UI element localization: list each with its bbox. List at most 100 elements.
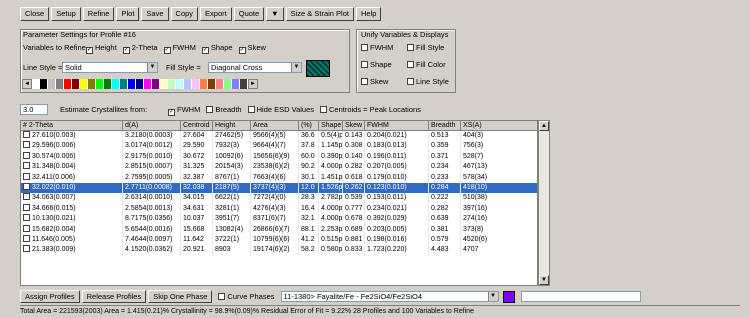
palette-color-10[interactable] xyxy=(112,79,120,89)
table-row[interactable]: 15.682(0.004) 5.6544(0.0016) 15.668 13082(4… xyxy=(21,224,537,235)
checkbox[interactable]: ✓ xyxy=(122,47,130,54)
checkbox[interactable] xyxy=(361,44,368,51)
phase-color-swatch[interactable] xyxy=(502,290,515,303)
row-checkbox[interactable] xyxy=(23,234,30,242)
toolbar-button-2[interactable]: Refine xyxy=(82,7,115,21)
column-header[interactable]: # 2-Theta xyxy=(21,121,123,130)
checkbox[interactable]: ✓ xyxy=(168,109,175,116)
column-header[interactable]: Shape xyxy=(319,121,343,130)
display-option[interactable]: Shape xyxy=(361,60,407,77)
table-row[interactable]: 11.646(0.005) 7.4644(0.0097) 11.642 3722(1)… xyxy=(21,234,537,246)
vary-option-1[interactable]: ✓ 2-Theta xyxy=(122,43,158,54)
phase-select[interactable]: 11-1380> Fayalite/Fe - Fe2SiO4/Fe2SiO4 ▼ xyxy=(280,291,499,302)
row-checkbox[interactable] xyxy=(23,203,30,211)
column-header[interactable]: Area xyxy=(251,121,299,130)
checkbox[interactable] xyxy=(361,78,368,85)
palette-color-12[interactable] xyxy=(128,79,136,89)
display-option[interactable]: Fill Color xyxy=(407,60,453,77)
table-row[interactable]: 21.383(0.009) 4.1520(0.0362) 20.921 8903 191… xyxy=(21,245,537,256)
palette-color-7[interactable] xyxy=(88,79,96,89)
column-header[interactable]: (%) xyxy=(299,121,319,130)
palette-right-arrow[interactable]: ► xyxy=(248,79,258,89)
palette-color-18[interactable] xyxy=(176,79,184,89)
toolbar-button-6[interactable]: Export xyxy=(200,7,232,21)
row-checkbox[interactable] xyxy=(23,214,30,222)
palette-color-11[interactable] xyxy=(120,79,128,89)
display-option[interactable]: Fill Style xyxy=(407,43,453,60)
fill-style-select[interactable]: Diagonal Cross ▼ xyxy=(208,62,302,73)
palette-color-13[interactable] xyxy=(136,79,144,89)
column-header[interactable]: Breadth xyxy=(429,121,461,130)
toolbar-button-9[interactable]: Size & Strain Plot xyxy=(285,7,354,21)
vary-option-0[interactable]: ✓ Height xyxy=(86,43,117,54)
filter-option-2[interactable]: Hide ESD Values xyxy=(247,105,314,116)
bottom-button-1[interactable]: Release Profiles xyxy=(81,290,147,303)
checkbox[interactable] xyxy=(206,106,214,113)
checkbox[interactable] xyxy=(407,44,414,51)
vary-option-3[interactable]: ✓ Shape xyxy=(201,43,233,54)
curve-phases-option[interactable]: Curve Phases xyxy=(218,292,275,301)
palette-color-24[interactable] xyxy=(224,79,232,89)
palette-color-5[interactable] xyxy=(72,79,80,89)
row-checkbox[interactable] xyxy=(23,224,30,232)
filter-option-3[interactable]: Centroids = Peak Locations xyxy=(320,105,421,116)
table-row[interactable]: 30.574(0.006) 2.9175(0.0010) 30.672 10092(6… xyxy=(21,151,537,163)
checkbox[interactable]: ✓ xyxy=(238,47,246,54)
bottom-button-0[interactable]: Assign Profiles xyxy=(20,290,80,303)
toolbar-button-7[interactable]: Quote xyxy=(233,7,265,21)
toolbar-button-8[interactable]: ▼ xyxy=(266,7,284,21)
scroll-down-icon[interactable]: ▼ xyxy=(539,275,549,285)
row-checkbox[interactable] xyxy=(23,193,30,201)
palette-color-6[interactable] xyxy=(80,79,88,89)
toolbar-button-1[interactable]: Setup xyxy=(51,7,81,21)
row-checkbox[interactable] xyxy=(23,172,30,180)
palette-color-25[interactable] xyxy=(232,79,240,89)
checkbox[interactable] xyxy=(361,61,368,68)
palette-color-8[interactable] xyxy=(96,79,104,89)
toolbar-button-4[interactable]: Save xyxy=(141,7,169,21)
filter-option-1[interactable]: Breadth xyxy=(206,105,242,116)
filter-option-0[interactable]: ✓ FWHM xyxy=(168,105,200,116)
table-row[interactable]: 32.411(0.006) 2.7595(0.0005) 32.387 8767(1)… xyxy=(21,172,537,183)
column-header[interactable]: FWHM xyxy=(365,121,429,130)
palette-color-3[interactable] xyxy=(56,79,64,89)
palette-color-23[interactable] xyxy=(216,79,224,89)
row-checkbox[interactable] xyxy=(23,245,30,253)
column-header[interactable]: XS(A) xyxy=(461,121,491,130)
palette-color-1[interactable] xyxy=(40,79,48,89)
toolbar-button-5[interactable]: Copy xyxy=(170,7,199,21)
checkbox[interactable] xyxy=(247,106,255,113)
palette-color-22[interactable] xyxy=(208,79,216,89)
display-option[interactable]: FWHM xyxy=(361,43,407,60)
column-header[interactable]: Centroid xyxy=(181,121,213,130)
table-row[interactable]: 32.022(0.010) 2.7711(0.0008) 32.038 2187(5)… xyxy=(21,182,537,194)
line-style-select[interactable]: Solid ▼ xyxy=(62,62,158,73)
palette-color-26[interactable] xyxy=(240,79,248,89)
palette-color-21[interactable] xyxy=(200,79,208,89)
column-header[interactable]: Height xyxy=(213,121,251,130)
palette-color-19[interactable] xyxy=(184,79,192,89)
palette-left-arrow[interactable]: ◄ xyxy=(22,79,32,89)
column-header[interactable]: Skew xyxy=(343,121,365,130)
palette-color-15[interactable] xyxy=(152,79,160,89)
phase-color-field[interactable] xyxy=(520,291,641,302)
row-checkbox[interactable] xyxy=(23,131,30,138)
toolbar-button-0[interactable]: Close xyxy=(20,7,50,21)
toolbar-button-3[interactable]: Plot xyxy=(116,7,140,21)
checkbox[interactable] xyxy=(407,78,414,85)
display-option[interactable]: Skew xyxy=(361,77,407,94)
palette-color-17[interactable] xyxy=(168,79,176,89)
checkbox[interactable] xyxy=(407,61,414,68)
row-checkbox[interactable] xyxy=(23,151,30,159)
palette-color-4[interactable] xyxy=(64,79,72,89)
fill-style-preview[interactable] xyxy=(306,60,330,77)
palette-color-2[interactable] xyxy=(48,79,56,89)
checkbox[interactable]: ✓ xyxy=(163,47,171,54)
scroll-up-icon[interactable]: ▲ xyxy=(539,121,549,131)
table-row[interactable]: 27.610(0.003) 3.2180(0.0003) 27.604 27462(5… xyxy=(21,131,537,142)
table-row[interactable]: 34.063(0.007) 2.6314(0.0010) 34.015 6622(1)… xyxy=(21,193,537,204)
row-checkbox[interactable] xyxy=(23,162,30,170)
checkbox[interactable]: ✓ xyxy=(86,47,93,54)
table-row[interactable]: 10.130(0.021) 8.7175(0.0356) 10.037 3951(7)… xyxy=(21,214,537,225)
table-row[interactable]: 29.596(0.006) 3.0174(0.0012) 29.590 7932(3)… xyxy=(21,141,537,152)
